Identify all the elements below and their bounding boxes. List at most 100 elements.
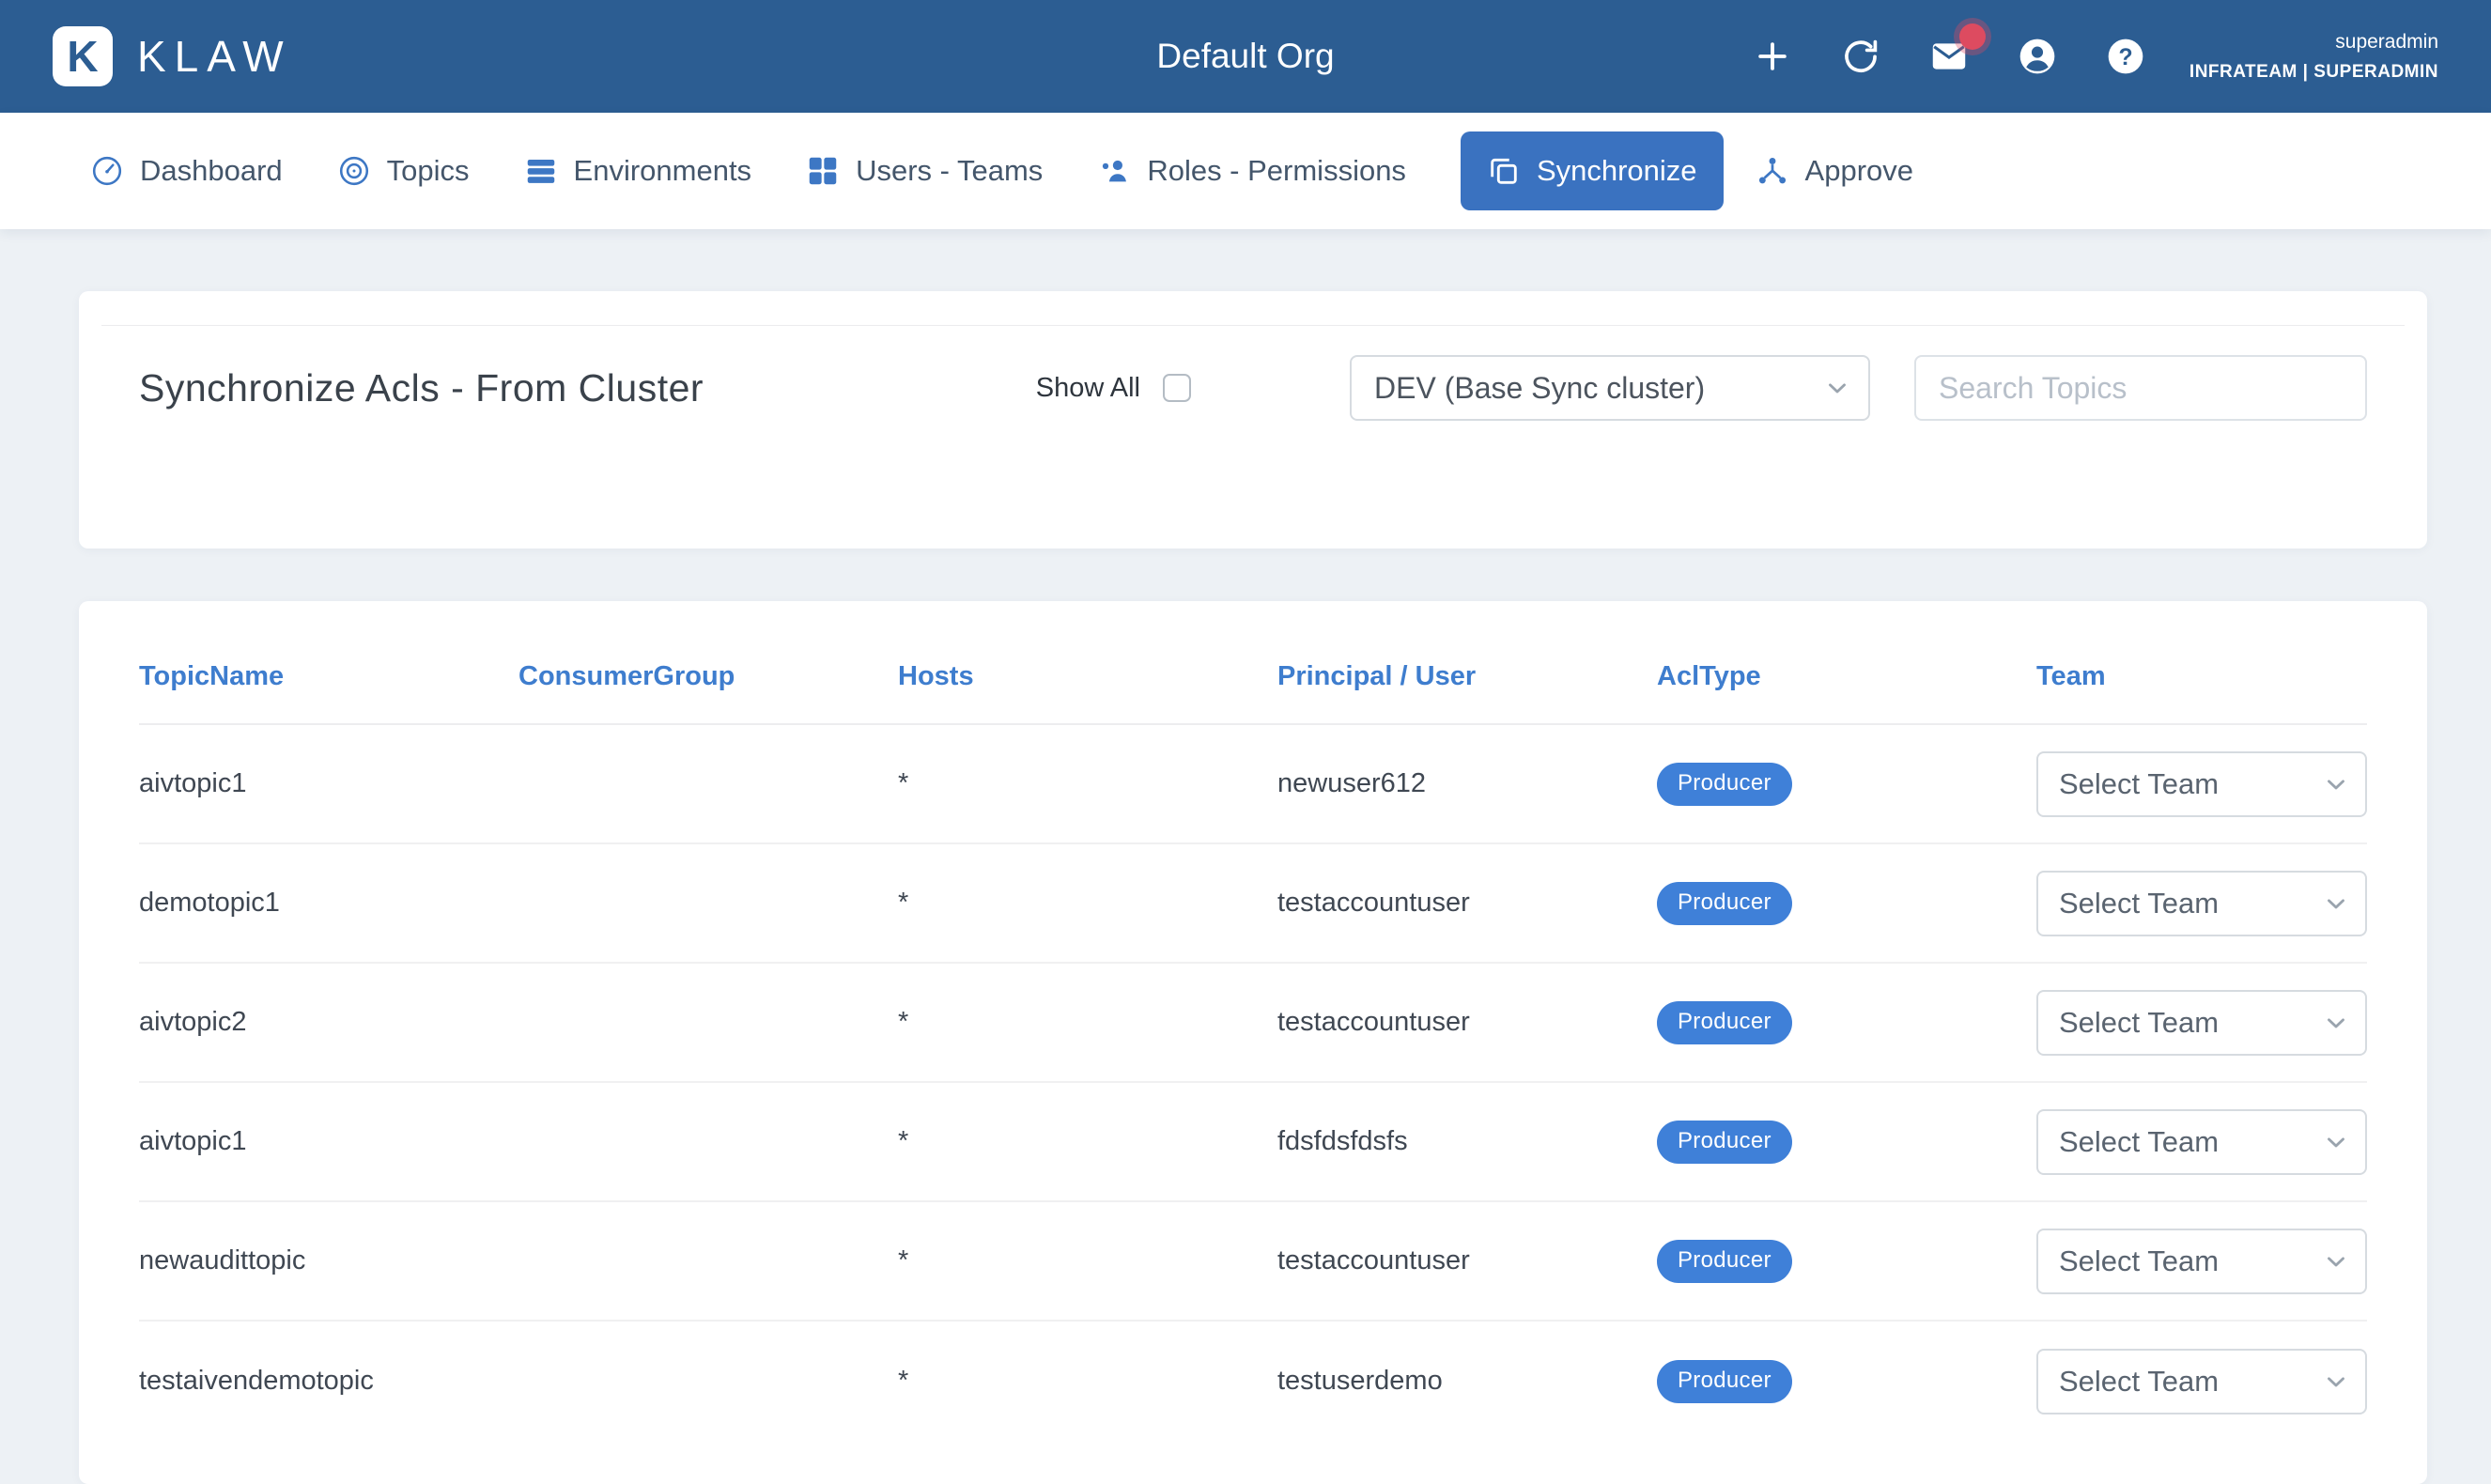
team-select[interactable]: Select Team: [2036, 990, 2367, 1056]
chevron-down-icon: [2322, 889, 2350, 918]
nav-item-approve[interactable]: Approve: [1756, 145, 1913, 197]
top-header: K KLAW Default Org ? superadmin INFRATEA…: [0, 0, 2491, 113]
column-header: Hosts: [898, 661, 1277, 692]
cell-hosts: *: [898, 888, 1277, 919]
help-icon: ?: [2105, 36, 2146, 77]
cell-principal: testaccountuser: [1277, 1007, 1657, 1038]
team-select[interactable]: Select Team: [2036, 1349, 2367, 1414]
cell-principal: newuser612: [1277, 768, 1657, 799]
approve-icon: [1756, 154, 1789, 188]
add-button[interactable]: [1752, 36, 1793, 77]
team-select[interactable]: Select Team: [2036, 1109, 2367, 1175]
brand-name: KLAW: [137, 31, 292, 82]
acl-type-badge: Producer: [1657, 763, 1792, 806]
column-header: Principal / User: [1277, 661, 1657, 692]
nav-label: Topics: [387, 154, 470, 188]
column-header: ConsumerGroup: [518, 661, 898, 692]
team-select-value: Select Team: [2059, 1006, 2219, 1040]
account-icon: [2017, 36, 2058, 77]
cell-acl-type: Producer: [1657, 1121, 2036, 1164]
nav-item-dashboard[interactable]: Dashboard: [90, 145, 283, 197]
table-row: aivtopic1 * fdsfdsfdsfs Producer Select …: [139, 1083, 2367, 1202]
refresh-icon: [1840, 36, 1881, 77]
acl-type-badge: Producer: [1657, 1360, 1792, 1403]
cell-acl-type: Producer: [1657, 1360, 2036, 1403]
acl-type-badge: Producer: [1657, 1121, 1792, 1164]
table-row: aivtopic1 * newuser612 Producer Select T…: [139, 725, 2367, 844]
chevron-down-icon: [1823, 374, 1851, 402]
acl-type-badge: Producer: [1657, 1240, 1792, 1283]
dashboard-icon: [90, 154, 124, 188]
cell-team: Select Team: [2036, 871, 2367, 936]
username: superadmin: [2189, 31, 2438, 54]
cell-principal: testuserdemo: [1277, 1366, 1657, 1397]
nav-item-environments[interactable]: Environments: [524, 145, 752, 197]
brand[interactable]: K KLAW: [53, 26, 292, 86]
table-row: demotopic1 * testaccountuser Producer Se…: [139, 844, 2367, 964]
cell-topic-name: aivtopic1: [139, 768, 518, 799]
topbar-right: ? superadmin INFRATEAM | SUPERADMIN: [1752, 31, 2438, 83]
cluster-select-value: DEV (Base Sync cluster): [1374, 371, 1705, 406]
table-row: aivtopic2 * testaccountuser Producer Sel…: [139, 964, 2367, 1083]
team-select[interactable]: Select Team: [2036, 871, 2367, 936]
nav-label: Users - Teams: [856, 154, 1043, 188]
svg-text:?: ?: [2118, 45, 2132, 70]
show-all-checkbox[interactable]: [1163, 374, 1191, 402]
cell-principal: testaccountuser: [1277, 1245, 1657, 1276]
cell-team: Select Team: [2036, 1349, 2367, 1414]
chevron-down-icon: [2322, 770, 2350, 798]
help-button[interactable]: ?: [2105, 36, 2146, 77]
cell-team: Select Team: [2036, 1109, 2367, 1175]
acl-type-badge: Producer: [1657, 1001, 1792, 1044]
column-header: TopicName: [139, 661, 518, 692]
org-name: Default Org: [1156, 37, 1334, 76]
team-select-value: Select Team: [2059, 1244, 2219, 1278]
team-select[interactable]: Select Team: [2036, 751, 2367, 817]
page-title: Synchronize Acls - From Cluster: [139, 366, 704, 410]
mail-button[interactable]: [1928, 36, 1970, 77]
cell-team: Select Team: [2036, 1229, 2367, 1294]
show-all-label: Show All: [1036, 373, 1140, 404]
cell-hosts: *: [898, 1366, 1277, 1397]
environments-icon: [524, 154, 558, 188]
nav-label: Dashboard: [140, 154, 283, 188]
column-header: AclType: [1657, 661, 2036, 692]
cell-acl-type: Producer: [1657, 1240, 2036, 1283]
refresh-button[interactable]: [1840, 36, 1881, 77]
nav-item-synchronize[interactable]: Synchronize: [1461, 131, 1724, 210]
cell-acl-type: Producer: [1657, 882, 2036, 925]
team-select-value: Select Team: [2059, 1125, 2219, 1159]
chevron-down-icon: [2322, 1368, 2350, 1396]
nav-item-topics[interactable]: Topics: [337, 145, 470, 197]
chevron-down-icon: [2322, 1009, 2350, 1037]
nav-item-users-teams[interactable]: Users - Teams: [806, 145, 1043, 197]
notification-badge: [1959, 23, 1986, 50]
main-nav: Dashboard Topics Environments Users - Teams…: [0, 113, 2491, 229]
account-button[interactable]: [2017, 36, 2058, 77]
cell-principal: testaccountuser: [1277, 888, 1657, 919]
column-header: Team: [2036, 661, 2367, 692]
team-select[interactable]: Select Team: [2036, 1229, 2367, 1294]
cell-team: Select Team: [2036, 990, 2367, 1056]
cell-hosts: *: [898, 768, 1277, 799]
synchronize-icon: [1487, 154, 1521, 188]
table-header-row: TopicNameConsumerGroupHostsPrincipal / U…: [139, 601, 2367, 725]
table-body: aivtopic1 * newuser612 Producer Select T…: [139, 725, 2367, 1441]
cell-topic-name: demotopic1: [139, 888, 518, 919]
team-select-value: Select Team: [2059, 1365, 2219, 1399]
team-select-value: Select Team: [2059, 887, 2219, 920]
users-teams-icon: [806, 154, 840, 188]
nav-label: Environments: [574, 154, 752, 188]
cluster-select[interactable]: DEV (Base Sync cluster): [1350, 355, 1870, 421]
app-root: K KLAW Default Org ? superadmin INFRATEA…: [0, 0, 2491, 1484]
user-info: superadmin INFRATEAM | SUPERADMIN: [2189, 31, 2438, 83]
klaw-logo-icon: K: [53, 26, 113, 86]
acl-table-card: TopicNameConsumerGroupHostsPrincipal / U…: [79, 601, 2427, 1484]
nav-item-roles-permissions[interactable]: Roles - Permissions: [1097, 145, 1406, 197]
filter-row: Synchronize Acls - From Cluster Show All…: [139, 291, 2367, 421]
nav-label: Synchronize: [1537, 154, 1697, 188]
main-content: Synchronize Acls - From Cluster Show All…: [0, 229, 2491, 1484]
search-topics-input[interactable]: [1914, 355, 2367, 421]
cell-hosts: *: [898, 1126, 1277, 1157]
table-row: testaivendemotopic * testuserdemo Produc…: [139, 1322, 2367, 1441]
